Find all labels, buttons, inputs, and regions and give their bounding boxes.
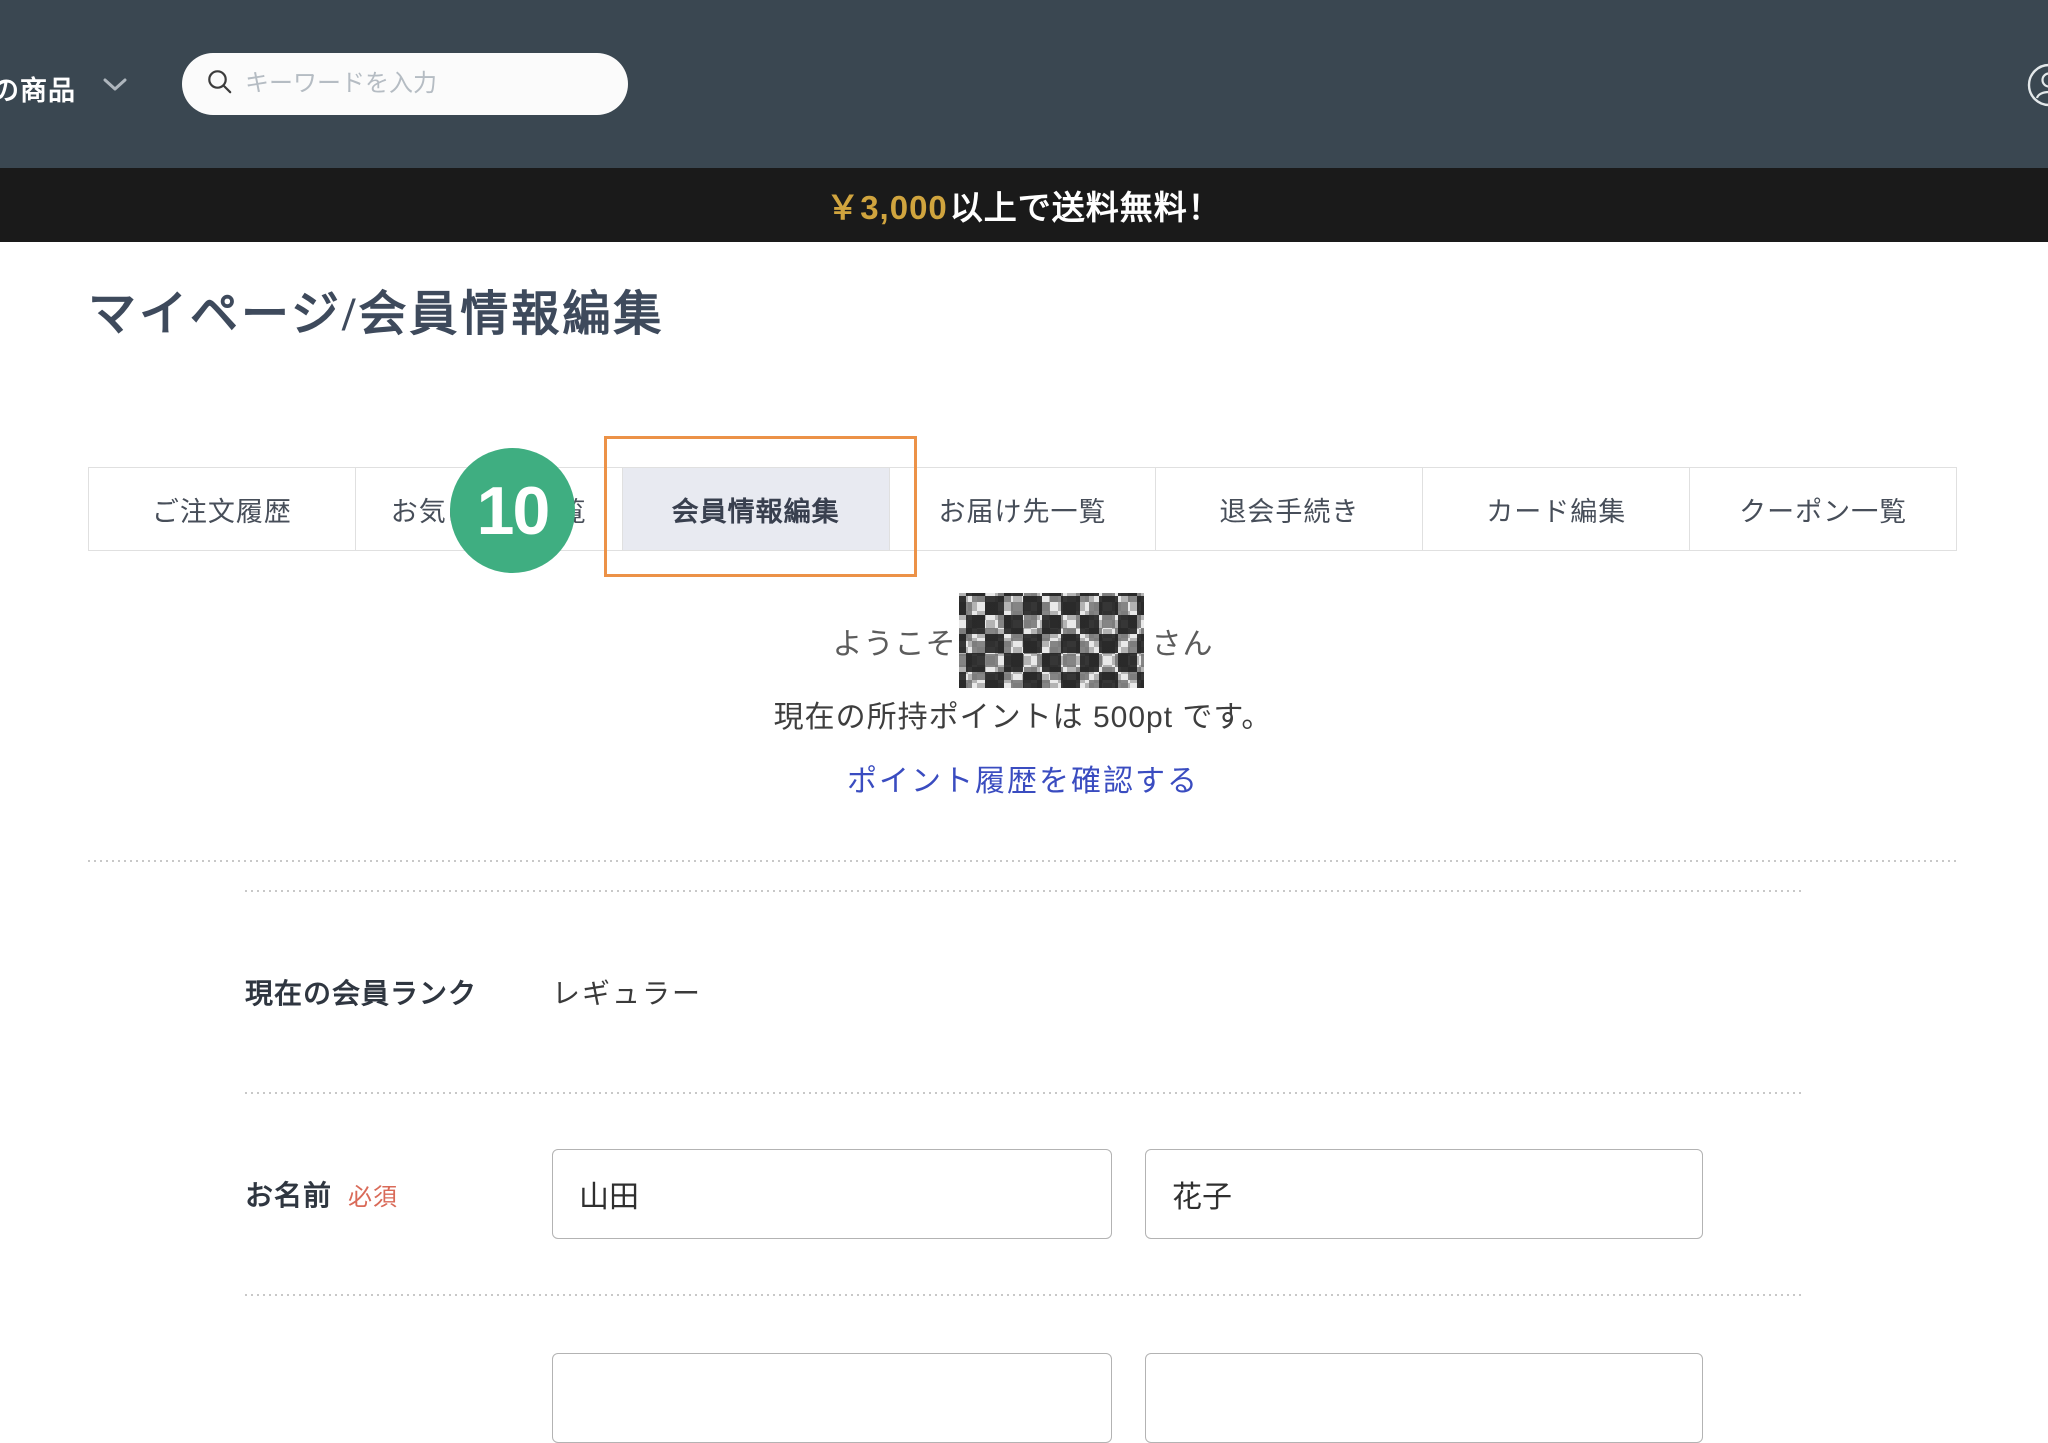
section-divider [88, 860, 1958, 862]
main-content: マイページ/会員情報編集 ご注文履歴 お気に入り一覧 会員情報編集 お届け先一覧… [0, 280, 2048, 1443]
member-rank-label: 現在の会員ランク [245, 972, 477, 1012]
mypage-tab-bar: ご注文履歴 お気に入り一覧 会員情報編集 お届け先一覧 退会手続き カード編集 … [88, 467, 1957, 551]
welcome-suffix: さん [1152, 619, 1214, 663]
kana-last-input[interactable] [552, 1353, 1112, 1443]
annotation-marker-badge: 10 [450, 448, 575, 573]
tab-coupons[interactable]: クーポン一覧 [1690, 468, 1956, 550]
account-icon[interactable] [2024, 60, 2048, 115]
welcome-prefix: ようこそ [833, 619, 957, 663]
tab-withdrawal[interactable]: 退会手続き [1156, 468, 1423, 550]
free-shipping-banner: ￥3,000 以上で送料無料！ [0, 168, 2048, 242]
member-info-form: 現在の会員ランク レギュラー お名前 必須 [245, 890, 1805, 1443]
censored-username [959, 593, 1144, 688]
kana-first-input[interactable] [1145, 1353, 1703, 1443]
name-row: お名前 必須 [245, 1094, 1805, 1294]
member-rank-row: 現在の会員ランク レギュラー [245, 892, 1805, 1092]
first-name-input[interactable] [1145, 1149, 1703, 1239]
site-header: の商品 [0, 0, 2048, 168]
chevron-down-icon[interactable] [103, 78, 127, 97]
tab-card-edit[interactable]: カード編集 [1423, 468, 1690, 550]
tab-shipping-addresses[interactable]: お届け先一覧 [890, 468, 1157, 550]
tab-order-history[interactable]: ご注文履歴 [89, 468, 356, 550]
last-name-input[interactable] [552, 1149, 1112, 1239]
member-rank-value: レギュラー [552, 972, 702, 1012]
search-bar[interactable] [182, 53, 628, 115]
search-input[interactable] [245, 70, 608, 98]
required-badge: 必須 [348, 1177, 398, 1212]
next-field-row-partial [245, 1296, 1805, 1443]
banner-message: 以上で送料無料！ [950, 181, 1222, 229]
points-history-link[interactable]: ポイント履歴を確認する [847, 765, 1199, 798]
points-balance-text: 現在の所持ポイントは 500pt です。 [88, 692, 1958, 736]
name-label: お名前 [245, 1174, 332, 1214]
search-icon [206, 68, 233, 100]
banner-amount: ￥3,000 [826, 181, 948, 229]
tab-member-info-edit[interactable]: 会員情報編集 [623, 468, 890, 550]
category-nav-item[interactable]: の商品 [0, 69, 76, 108]
welcome-message: ようこそ さん [88, 593, 1958, 688]
page-title: マイページ/会員情報編集 [88, 280, 1958, 350]
